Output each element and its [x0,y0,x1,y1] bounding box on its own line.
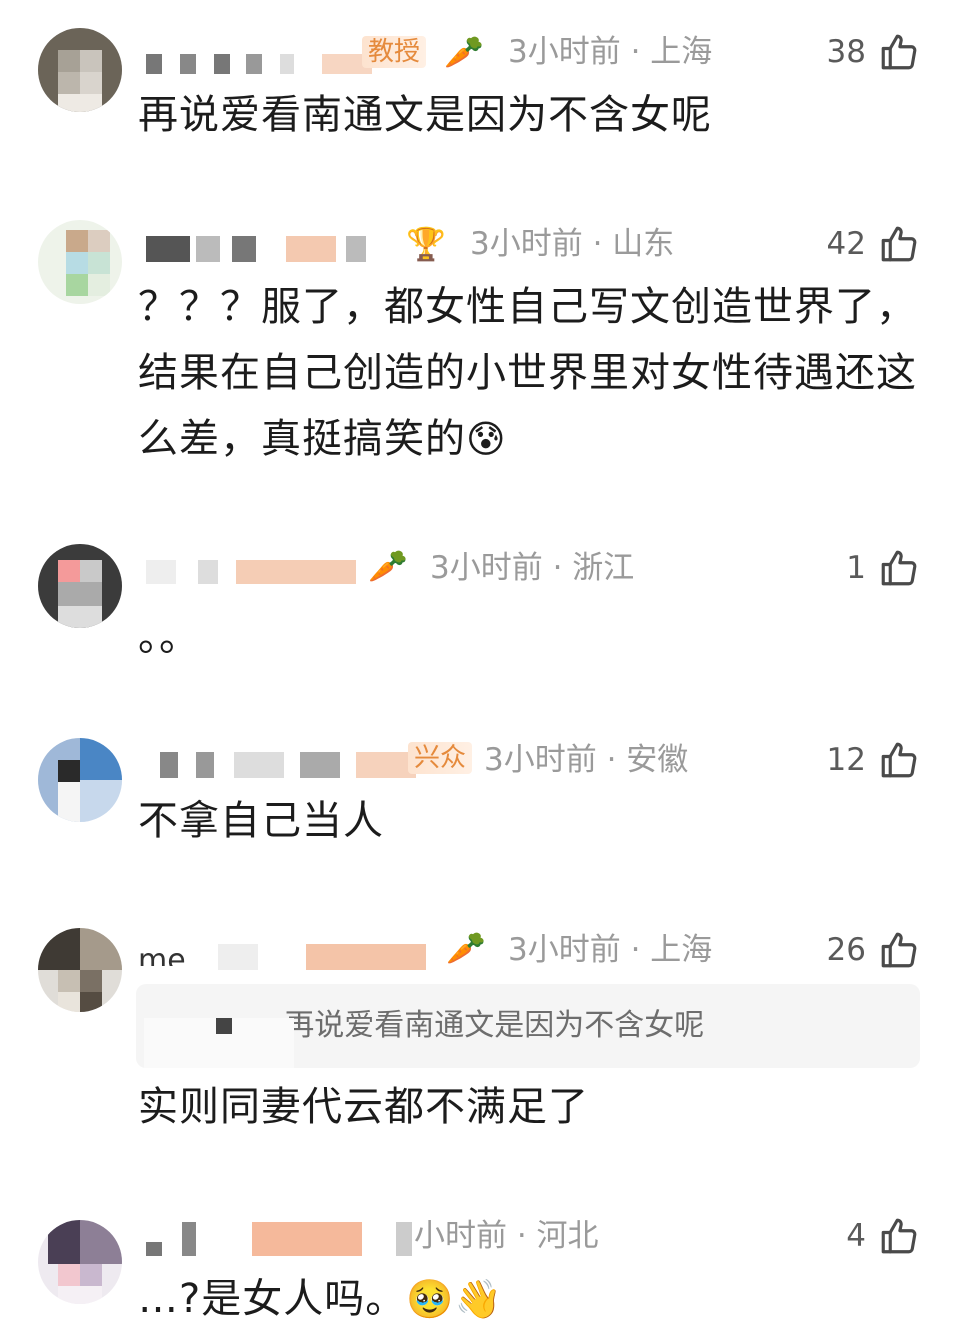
comment-text: ？？？服了，都女性自己写文创造世界了，结果在自己创造的小世界里对女性待遇还这么差… [138,274,928,472]
username-blurred[interactable] [160,752,420,778]
carrot-icon: 🥕 [446,929,486,967]
avatar[interactable] [38,1220,122,1304]
comment-text-content: …?是女人吗。 [138,1276,407,1322]
comment-text: …?是女人吗。🥹👋 [138,1266,928,1332]
comment-meta: 3小时前 · 安徽 [484,742,689,778]
like-count: 1 [846,550,866,586]
carrot-icon: 🥕 [444,33,484,71]
comment-text: 。。 [138,614,200,660]
comment-text: 再说爱看南通文是因为不含女呢 [138,92,712,138]
comment-text: 实则同妻代云都不满足了 [138,1084,589,1130]
username[interactable]: me. [138,940,195,966]
username-blurred[interactable] [146,1222,416,1256]
like-button[interactable]: 12 [827,738,920,782]
like-count: 38 [826,34,866,70]
username-blurred[interactable] [146,236,396,262]
pleading-face-and-wave-emoji: 🥹👋 [406,1277,503,1321]
carrot-icon: 🥕 [368,547,408,585]
thumbs-up-icon [881,34,917,70]
thumbs-up-icon [881,550,917,586]
comment-meta: 小时前 · 河北 [414,1218,599,1254]
like-button[interactable]: 26 [827,928,920,972]
comment-text: 不拿自己当人 [138,798,384,844]
like-button[interactable]: 4 [846,1214,920,1258]
anxious-face-emoji: 😰 [466,417,507,461]
thumbs-up-icon [881,226,917,262]
like-count: 12 [826,742,866,778]
quote-name-blur-dot [216,1018,232,1034]
trophy-icon: 🏆 [406,225,446,263]
like-button[interactable]: 1 [846,546,920,590]
username-blurred[interactable] [218,944,438,970]
comment-meta: 3小时前 · 上海 [508,34,713,70]
comment-text-content: ？？？服了，都女性自己写文创造世界了，结果在自己创造的小世界里对女性待遇还这么差… [138,284,917,462]
avatar[interactable] [38,738,122,822]
user-badge: 兴众 [408,742,473,774]
avatar[interactable] [38,220,122,304]
user-badge: 教授 [362,36,427,68]
comment-meta: 3小时前 · 山东 [470,226,675,262]
thumbs-up-icon [881,1218,917,1254]
like-button[interactable]: 42 [827,222,920,266]
comment-meta: 3小时前 · 浙江 [430,550,635,586]
like-count: 42 [826,226,866,262]
quoted-reply[interactable]: oer: 再说爱看南通文是因为不含女呢 [136,984,920,1068]
username-blurred[interactable] [146,560,366,584]
avatar[interactable] [38,28,122,112]
avatar[interactable] [38,544,122,628]
comment-meta: 3小时前 · 上海 [508,932,713,968]
like-button[interactable]: 38 [827,30,920,74]
thumbs-up-icon [881,932,917,968]
like-count: 4 [846,1218,866,1254]
thumbs-up-icon [881,742,917,778]
avatar[interactable] [38,928,122,1012]
like-count: 26 [826,932,866,968]
